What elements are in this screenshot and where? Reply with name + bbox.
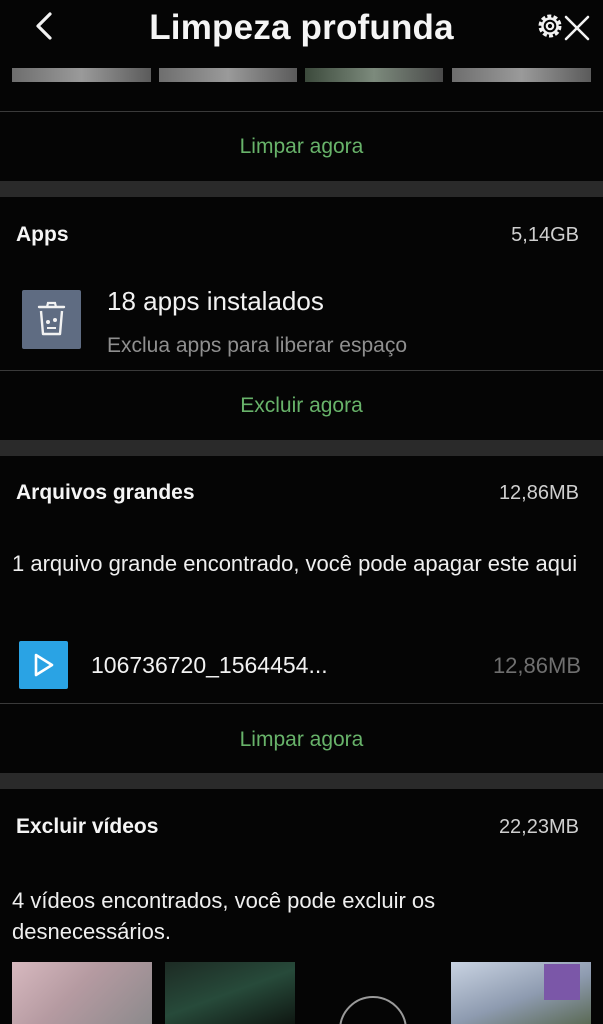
section-size-large-files: 12,86MB [498,482,579,504]
section-size-videos: 22,23MB [498,816,579,838]
photo-thumbnail[interactable] [452,68,591,82]
section-title-apps: Apps [16,223,69,246]
video-play-icon [19,641,68,689]
section-size-apps: 5,14GB [511,224,579,246]
videos-description: 4 vídeos encontrados, você pode excluir … [12,888,436,944]
section-separator [0,773,603,789]
section-separator [0,181,603,197]
photo-thumbnails [0,68,603,82]
divider [0,370,603,371]
section-separator [0,440,603,456]
delete-now-button[interactable]: Excluir agora [0,394,603,418]
large-files-description: 1 arquivo grande encontrado, você pode a… [12,551,578,576]
photo-thumbnail[interactable] [159,68,297,82]
photo-thumbnail[interactable] [305,68,443,82]
clean-now-button[interactable]: Limpar agora [0,728,603,752]
photo-thumbnail[interactable] [12,68,151,82]
close-icon[interactable] [563,14,591,42]
section-title-large-files: Arquivos grandes [16,481,195,504]
clean-now-button[interactable]: Limpar agora [0,135,603,159]
trash-bin-icon [22,290,81,349]
video-badge-icon [544,964,580,1000]
large-file-name[interactable]: 106736720_1564454... [91,652,328,679]
video-thumbnail[interactable] [12,962,152,1024]
video-thumbnail[interactable] [165,962,295,1024]
section-title-videos: Excluir vídeos [16,815,159,838]
large-file-size: 12,86MB [492,653,581,678]
page-title: Limpeza profunda [149,8,454,47]
installed-apps-count[interactable]: 18 apps instalados [107,286,324,317]
gear-icon[interactable] [533,9,567,43]
divider [0,703,603,704]
installed-apps-hint: Exclua apps para liberar espaço [107,334,408,357]
divider [0,111,603,112]
top-bar: Limpeza profunda [0,0,603,60]
